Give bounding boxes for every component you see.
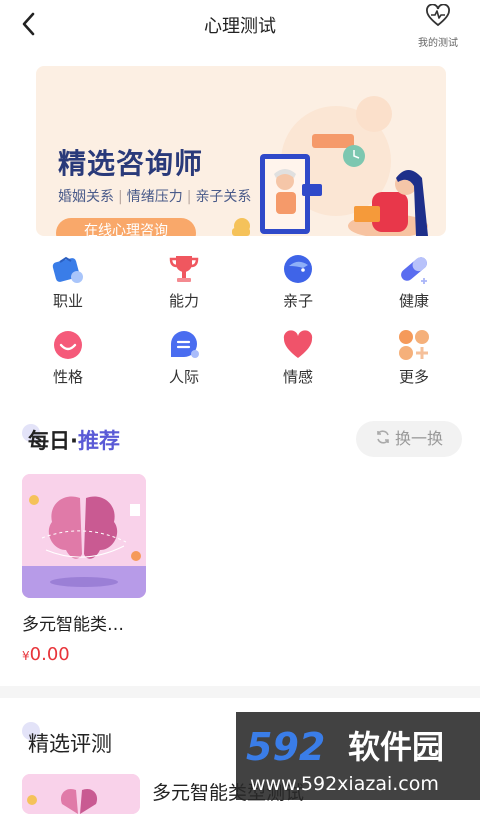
- refresh-label: 换一换: [394, 429, 443, 448]
- my-tests-button[interactable]: 我的测试: [414, 3, 462, 49]
- briefcase-icon: [51, 252, 85, 286]
- banner-tag: 情绪压力: [126, 189, 183, 205]
- category-label: 性格: [52, 368, 83, 386]
- category-social[interactable]: 人际: [144, 328, 224, 387]
- daily-title-dot: ·: [70, 429, 78, 453]
- category-emotion[interactable]: 情感: [258, 328, 338, 387]
- svg-text:www.592xiazai.com: www.592xiazai.com: [250, 773, 439, 795]
- capsule-icon: [397, 252, 431, 286]
- category-label: 能力: [168, 292, 199, 310]
- section-divider: [0, 686, 480, 698]
- category-personality[interactable]: 性格: [28, 328, 108, 387]
- category-label: 人际: [168, 368, 199, 386]
- featured-section-title: 精选评测: [28, 732, 112, 756]
- dolphin-icon: [281, 252, 315, 286]
- daily-title-accent: 推荐: [77, 429, 120, 453]
- brain-illustration: [22, 474, 146, 598]
- daily-test-thumbnail[interactable]: [22, 474, 146, 598]
- banner-tags: 婚姻关系 | 情绪压力 | 亲子关系: [58, 186, 251, 206]
- svg-text:592: 592: [246, 725, 325, 769]
- trophy-icon: [167, 252, 201, 286]
- banner-tag: 婚姻关系: [58, 189, 114, 205]
- heart-pulse-icon: [414, 3, 462, 32]
- daily-test-price: ¥0.00: [22, 644, 70, 665]
- banner-title: 精选咨询师: [58, 147, 204, 180]
- more-grid-icon: [397, 328, 431, 362]
- category-more[interactable]: 更多: [374, 328, 454, 387]
- category-label: 更多: [398, 368, 429, 386]
- daily-test-name[interactable]: 多元智能类…: [22, 610, 152, 635]
- page-title: 心理测试: [204, 16, 276, 37]
- chat-bubble-icon: [167, 328, 201, 362]
- category-career[interactable]: 职业: [28, 252, 108, 311]
- category-label: 职业: [52, 292, 83, 310]
- site-watermark: 592 软件园 www.592xiazai.com: [236, 712, 480, 800]
- refresh-icon: [375, 422, 391, 458]
- tag-separator: |: [118, 189, 123, 205]
- category-health[interactable]: 健康: [374, 252, 454, 311]
- smile-icon: [51, 328, 85, 362]
- category-label: 健康: [398, 292, 429, 310]
- svg-text:软件园: 软件园: [348, 728, 444, 766]
- heart-icon: [281, 328, 315, 362]
- top-bar: 心理测试 我的测试: [0, 0, 480, 49]
- tag-separator: |: [186, 189, 192, 205]
- daily-title-main: 每日: [28, 429, 70, 453]
- currency-symbol: ¥: [22, 649, 30, 663]
- brain-illustration: [22, 774, 140, 814]
- promo-banner[interactable]: 精选咨询师 婚姻关系 | 情绪压力 | 亲子关系 在线心理咨询: [36, 66, 446, 236]
- online-counseling-button[interactable]: 在线心理咨询: [56, 218, 196, 236]
- price-value: 0.00: [29, 644, 70, 665]
- my-tests-label: 我的测试: [418, 38, 458, 49]
- category-label: 情感: [282, 368, 313, 386]
- category-parenting[interactable]: 亲子: [258, 252, 338, 311]
- watermark-logo: 592 软件园 www.592xiazai.com: [246, 725, 444, 795]
- daily-section-title: 每日·推荐: [28, 425, 120, 455]
- category-ability[interactable]: 能力: [144, 252, 224, 311]
- refresh-button[interactable]: 换一换: [356, 421, 462, 457]
- category-label: 亲子: [282, 292, 313, 310]
- banner-tag: 亲子关系: [195, 189, 252, 205]
- featured-test-thumbnail[interactable]: [22, 774, 140, 814]
